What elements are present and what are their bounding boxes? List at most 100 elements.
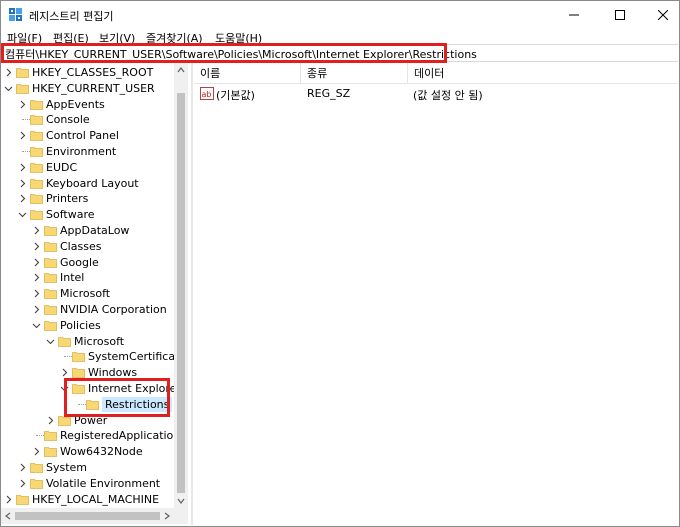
tree-item-label: Software	[46, 208, 95, 222]
value-name: (기본값)	[216, 89, 255, 102]
list-item[interactable]: ab (기본값) REG_SZ (값 설정 안 됨)	[194, 86, 678, 103]
folder-icon	[16, 68, 29, 78]
chevron-down-icon[interactable]	[4, 84, 13, 93]
close-icon	[658, 10, 668, 20]
chevron-right-icon[interactable]	[32, 447, 41, 456]
tree-item[interactable]: AppDataLow	[1, 223, 176, 239]
chevron-right-icon[interactable]	[32, 258, 41, 267]
window-title: 레지스트리 편집기	[29, 10, 114, 23]
chevron-right-icon[interactable]	[18, 179, 27, 188]
chevron-right-icon[interactable]	[4, 495, 13, 504]
tree-item[interactable]: Volatile Environment	[1, 476, 176, 492]
tree-item[interactable]: Wow6432Node	[1, 444, 176, 460]
chevron-right-icon[interactable]	[32, 289, 41, 298]
address-highlight-box	[1, 43, 447, 63]
tree-item[interactable]: Classes	[1, 239, 176, 255]
chevron-right-icon[interactable]	[18, 131, 27, 140]
tree-item[interactable]: AppEvents	[1, 97, 176, 113]
chevron-right-icon[interactable]	[18, 479, 27, 488]
tree-item-label: NVIDIA Corporation	[60, 303, 167, 316]
tree-horizontal-scroll-thumb[interactable]	[15, 512, 160, 520]
tree-item[interactable]: SystemCertificates	[1, 349, 188, 365]
tree-item[interactable]: Google	[1, 255, 176, 271]
tree-item-label: RegisteredApplications	[60, 429, 186, 443]
scroll-up-icon[interactable]	[177, 67, 185, 73]
tree-item[interactable]: Microsoft	[1, 286, 176, 302]
chevron-right-icon[interactable]	[18, 163, 27, 172]
folder-icon	[58, 336, 71, 347]
tree-connector	[22, 119, 30, 121]
tree-item-label: Intel	[60, 271, 85, 285]
tree-item[interactable]: HKEY_CLASSES_ROOT	[1, 65, 176, 81]
chevron-down-icon[interactable]	[18, 210, 27, 219]
column-header-row: 이름 종류 데이터	[194, 63, 678, 84]
minimize-icon	[569, 14, 579, 16]
column-header-data[interactable]: 데이터	[408, 63, 678, 84]
tree-item-label: EUDC	[46, 160, 78, 174]
value-list[interactable]: 이름 종류 데이터 ab (기본값) REG_SZ (값 설정 안 됨)	[194, 63, 678, 525]
tree-item[interactable]: RegisteredApplications	[1, 428, 186, 444]
tree-item[interactable]: Environment	[1, 144, 176, 160]
tree-item-label: HKEY_CLASSES_ROOT	[32, 66, 154, 79]
tree-item-label: System	[46, 461, 88, 474]
tree-item[interactable]: Console	[1, 112, 176, 128]
folder-icon	[30, 147, 43, 157]
tree-item-label: HKEY_LOCAL_MACHINE	[32, 492, 160, 506]
folder-icon	[72, 368, 85, 379]
tree-connector	[22, 151, 30, 152]
chevron-right-icon[interactable]	[32, 305, 41, 314]
scroll-right-icon[interactable]	[164, 512, 170, 520]
tree-item[interactable]: HKEY_CURRENT_USER	[1, 81, 176, 97]
key-tree[interactable]: HKEY_CLASSES_ROOT HKEY_CURRENT_USER AppEve…	[1, 63, 188, 525]
tree-vertical-scroll-thumb[interactable]	[177, 93, 185, 493]
ab-string-icon: ab	[200, 87, 214, 100]
chevron-right-icon[interactable]	[32, 242, 41, 251]
folder-icon	[44, 226, 57, 236]
tree-item[interactable]: NVIDIA Corporation	[1, 302, 176, 318]
tree-item-label: SystemCertificates	[88, 350, 188, 364]
scrollbar-corner	[174, 508, 188, 524]
close-button[interactable]	[641, 1, 680, 29]
tree-item[interactable]: System	[1, 460, 176, 476]
chevron-right-icon[interactable]	[32, 226, 41, 235]
chevron-down-icon[interactable]	[46, 337, 55, 346]
tree-item[interactable]: Printers	[1, 191, 176, 207]
tree-item-label: Policies	[60, 318, 101, 332]
chevron-right-icon[interactable]	[18, 463, 27, 472]
chevron-right-icon[interactable]	[46, 416, 55, 425]
tree-item[interactable]: Software	[1, 207, 176, 223]
folder-icon	[44, 431, 57, 442]
tree-item[interactable]: EUDC	[1, 160, 176, 176]
tree-item[interactable]: Control Panel	[1, 128, 176, 144]
title-bar[interactable]: 레지스트리 편집기	[1, 1, 679, 29]
tree-horizontal-scrollbar[interactable]	[1, 508, 174, 524]
maximize-icon	[615, 10, 625, 20]
tree-vertical-scrollbar[interactable]	[174, 63, 188, 508]
scroll-left-icon[interactable]	[5, 512, 11, 520]
tree-item-label: AppEvents	[46, 97, 105, 111]
minimize-button[interactable]	[552, 1, 596, 29]
chevron-right-icon[interactable]	[60, 368, 69, 377]
column-header-name[interactable]: 이름	[194, 63, 301, 84]
pane-splitter[interactable]	[191, 63, 193, 525]
scroll-down-icon[interactable]	[177, 498, 185, 504]
tree-item[interactable]: Keyboard Layout	[1, 176, 176, 192]
tree-item[interactable]: Policies	[1, 318, 176, 334]
chevron-right-icon[interactable]	[18, 194, 27, 203]
tree-item[interactable]: HKEY_LOCAL_MACHINE	[1, 492, 176, 508]
tree-item-label: Keyboard Layout	[46, 176, 139, 190]
maximize-button[interactable]	[598, 1, 642, 29]
restrictions-highlight-box	[64, 378, 170, 417]
chevron-right-icon[interactable]	[4, 68, 13, 77]
folder-icon	[30, 194, 43, 205]
tree-item-label: AppDataLow	[60, 224, 130, 237]
tree-item[interactable]: Intel	[1, 270, 176, 286]
chevron-right-icon[interactable]	[18, 100, 27, 109]
tree-item[interactable]: Microsoft	[1, 334, 176, 350]
tree-item-label: Environment	[46, 145, 117, 158]
tree-item-label: Printers	[46, 192, 89, 206]
column-header-type[interactable]: 종류	[301, 63, 408, 84]
chevron-down-icon[interactable]	[32, 321, 41, 330]
chevron-right-icon[interactable]	[32, 273, 41, 282]
folder-icon	[44, 289, 57, 300]
